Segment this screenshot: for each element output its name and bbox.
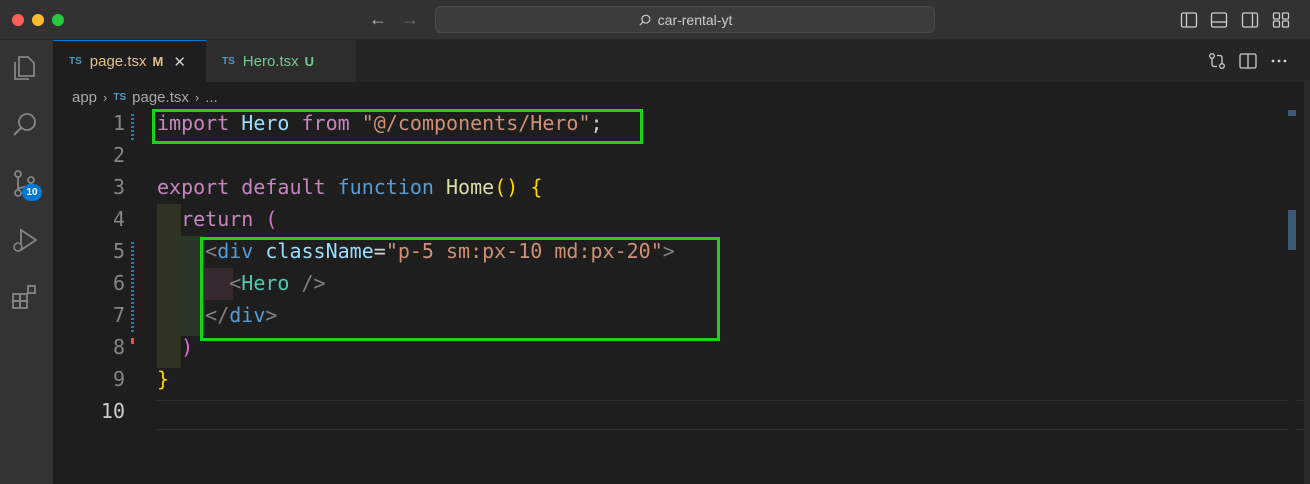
- tab-label: page.tsx: [89, 53, 147, 70]
- typescript-file-icon: TS: [69, 56, 82, 67]
- scrollbar-change-marker: [1288, 110, 1296, 116]
- title-bar: ← → car-rental-yt: [0, 0, 1310, 40]
- untracked-flag: U: [304, 53, 315, 69]
- tab-label: Hero.tsx: [242, 52, 299, 70]
- activity-bar: 10: [0, 40, 53, 484]
- explorer-icon[interactable]: [10, 53, 40, 83]
- code-token: (: [265, 207, 278, 231]
- typescript-file-icon: TS: [222, 55, 235, 67]
- run-and-debug-icon[interactable]: [10, 225, 40, 255]
- code-token: (): [494, 175, 519, 199]
- breadcrumb-folder[interactable]: app: [72, 89, 97, 106]
- code-token: function: [337, 175, 434, 199]
- line-number: 10: [100, 399, 125, 423]
- open-changes-icon[interactable]: [1207, 51, 1227, 71]
- search-icon: [638, 14, 651, 26]
- line-number: 1: [112, 111, 125, 135]
- forward-arrow-icon[interactable]: →: [401, 9, 419, 30]
- line-number: 4: [112, 207, 125, 231]
- line-number: 9: [112, 367, 125, 391]
- code-token: export: [157, 175, 230, 199]
- scrollbar-change-marker: [1288, 210, 1296, 250]
- toggle-primary-sidebar-icon[interactable]: [1180, 11, 1198, 29]
- back-arrow-icon[interactable]: ←: [369, 9, 387, 30]
- minimize-window-button[interactable]: [32, 14, 44, 26]
- code-token: return: [181, 207, 254, 231]
- editor-scrollbar[interactable]: [1288, 108, 1296, 484]
- code-token: default: [241, 175, 326, 199]
- current-line-highlight: [157, 400, 1307, 430]
- code-token: {: [530, 175, 543, 199]
- source-control-badge: 10: [22, 184, 42, 201]
- code-line[interactable]: return (: [157, 207, 277, 231]
- breadcrumb-file[interactable]: page.tsx: [132, 89, 189, 106]
- modified-flag: M: [152, 54, 164, 69]
- gutter-modified-marker: [131, 114, 134, 140]
- split-editor-icon[interactable]: [1238, 51, 1258, 71]
- code-token: ): [181, 335, 194, 359]
- code-line[interactable]: ): [157, 335, 193, 359]
- line-number: 5: [112, 239, 125, 263]
- window-edge: [1304, 80, 1310, 484]
- command-center-search[interactable]: car-rental-yt: [435, 6, 935, 33]
- code-editor[interactable]: 1 2 3 4 5 6 7 8 9 10 import Hero from "@/componen…: [53, 108, 1307, 484]
- editor-tab-bar: TS page.tsx M ✕ TS Hero.tsx U: [53, 40, 1310, 82]
- line-number: 7: [112, 303, 125, 327]
- code-line[interactable]: export default function Home() {: [157, 175, 542, 199]
- code-token: }: [157, 367, 170, 391]
- breadcrumb: app › TS page.tsx › ...: [72, 86, 218, 108]
- close-icon[interactable]: ✕: [173, 53, 186, 71]
- gutter-modified-marker: [131, 242, 134, 332]
- toggle-panel-icon[interactable]: [1210, 11, 1228, 29]
- line-number: 2: [112, 143, 125, 167]
- highlight-box-import: [152, 109, 643, 144]
- tab-hero-tsx[interactable]: TS Hero.tsx U: [206, 40, 356, 82]
- more-actions-icon[interactable]: [1269, 51, 1289, 71]
- line-number: 8: [112, 335, 125, 359]
- command-center-label: car-rental-yt: [657, 11, 733, 28]
- customize-layout-icon[interactable]: [1272, 11, 1290, 29]
- extensions-icon[interactable]: [10, 282, 40, 312]
- close-window-button[interactable]: [12, 14, 24, 26]
- code-line[interactable]: }: [157, 367, 169, 391]
- typescript-file-icon: TS: [113, 91, 127, 103]
- chevron-right-icon: ›: [194, 89, 200, 105]
- highlight-box-jsx: [200, 237, 720, 341]
- zoom-window-button[interactable]: [52, 14, 64, 26]
- chevron-right-icon: ›: [103, 89, 108, 105]
- search-icon[interactable]: [10, 110, 40, 140]
- gutter-deleted-marker: [131, 338, 134, 344]
- toggle-secondary-sidebar-icon[interactable]: [1241, 11, 1259, 29]
- code-token: Home: [446, 175, 495, 199]
- tab-page-tsx[interactable]: TS page.tsx M ✕: [53, 40, 206, 82]
- breadcrumb-ellipsis[interactable]: ...: [205, 89, 218, 106]
- line-number: 3: [112, 175, 125, 199]
- line-number: 6: [112, 271, 125, 295]
